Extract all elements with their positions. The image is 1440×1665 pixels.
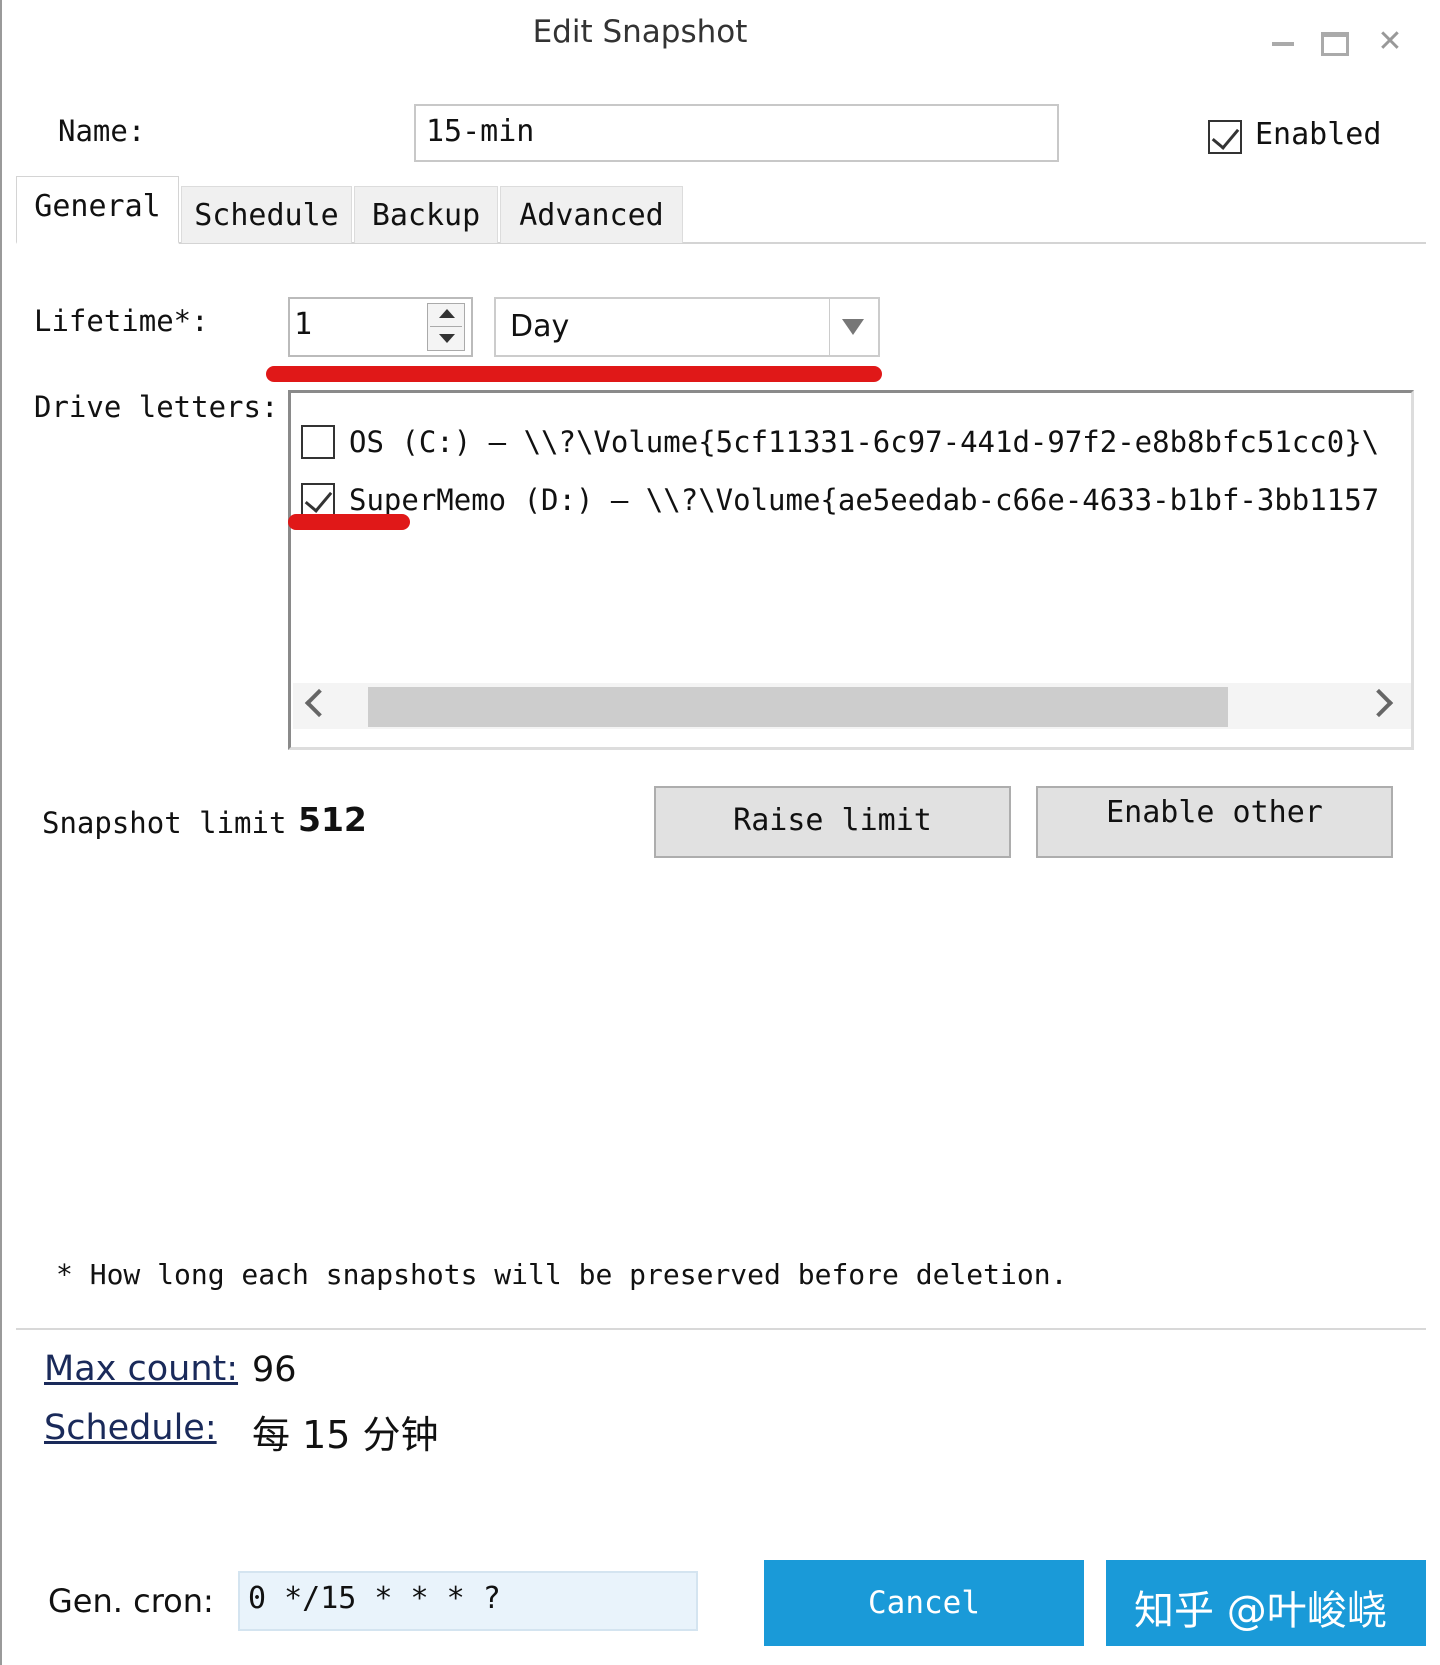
spinner-buttons[interactable] — [427, 303, 465, 351]
list-item[interactable]: OS (C:) — \\?\Volume{5cf11331-6c97-441d-… — [301, 417, 1411, 465]
chevron-down-icon[interactable] — [842, 319, 864, 335]
chevron-left-icon[interactable] — [304, 688, 334, 718]
snapshot-limit-label: Snapshot limit — [42, 806, 287, 840]
name-label: Name: — [58, 114, 146, 148]
window-title: Edit Snapshot — [532, 14, 748, 50]
lifetime-unit-value[interactable]: Day — [510, 309, 569, 344]
spin-down-icon[interactable] — [439, 334, 455, 343]
tab-backup[interactable]: Backup — [354, 186, 498, 243]
lifetime-spinner[interactable]: 1 — [288, 297, 473, 357]
close-icon[interactable]: ✕ — [1370, 22, 1410, 62]
lifetime-label: Lifetime*: — [34, 304, 209, 338]
tab-general[interactable]: General — [16, 176, 179, 244]
horizontal-scrollbar[interactable] — [293, 683, 1411, 729]
schedule-link[interactable]: Schedule: — [44, 1408, 217, 1448]
section-divider — [16, 1328, 1426, 1330]
enable-other-button[interactable]: Enable other — [1036, 786, 1393, 858]
lifetime-footnote: * How long each snapshots will be preser… — [56, 1258, 1068, 1291]
minimize-icon[interactable] — [1263, 22, 1303, 62]
cron-label: Gen. cron: — [48, 1582, 214, 1620]
lifetime-unit-select[interactable]: Day — [494, 297, 880, 357]
tab-advanced[interactable]: Advanced — [500, 186, 683, 243]
tab-schedule[interactable]: Schedule — [181, 186, 352, 243]
red-annotation-mark — [266, 366, 882, 382]
max-count-link[interactable]: Max count: — [44, 1349, 238, 1389]
drive-label-text: OS (C:) — \\?\Volume{5cf11331-6c97-441d-… — [349, 425, 1380, 459]
snapshot-limit-value: 512 — [298, 800, 367, 839]
max-count-value: 96 — [252, 1350, 297, 1390]
window-border — [0, 0, 2, 1665]
cron-field[interactable]: 0 */15 * * * ? — [238, 1571, 698, 1631]
enabled-label[interactable]: Enabled — [1255, 117, 1381, 152]
drive-label-text: SuperMemo (D:) — \\?\Volume{ae5eedab-c66… — [349, 483, 1380, 517]
lifetime-value[interactable]: 1 — [294, 307, 312, 342]
list-item[interactable]: SuperMemo (D:) — \\?\Volume{ae5eedab-c66… — [301, 475, 1411, 523]
drive-checkbox[interactable] — [301, 483, 335, 517]
drive-checkbox[interactable] — [301, 425, 335, 459]
raise-limit-button[interactable]: Raise limit — [654, 786, 1011, 858]
chevron-right-icon[interactable] — [1364, 688, 1394, 718]
select-divider — [829, 299, 830, 355]
spin-divider — [430, 326, 462, 327]
enabled-checkbox[interactable] — [1208, 120, 1242, 154]
watermark: 知乎 @叶峻峣 — [1134, 1588, 1387, 1634]
scrollbar-thumb[interactable] — [368, 687, 1228, 727]
name-input[interactable]: 15-min — [414, 104, 1059, 162]
schedule-value: 每 15 分钟 — [252, 1413, 439, 1457]
red-annotation-mark — [288, 514, 410, 530]
cancel-button[interactable]: Cancel — [764, 1560, 1084, 1646]
drive-list[interactable]: OS (C:) — \\?\Volume{5cf11331-6c97-441d-… — [288, 390, 1414, 750]
drive-letters-label: Drive letters: — [34, 390, 279, 424]
spin-up-icon[interactable] — [439, 309, 455, 318]
maximize-icon[interactable] — [1315, 22, 1355, 62]
